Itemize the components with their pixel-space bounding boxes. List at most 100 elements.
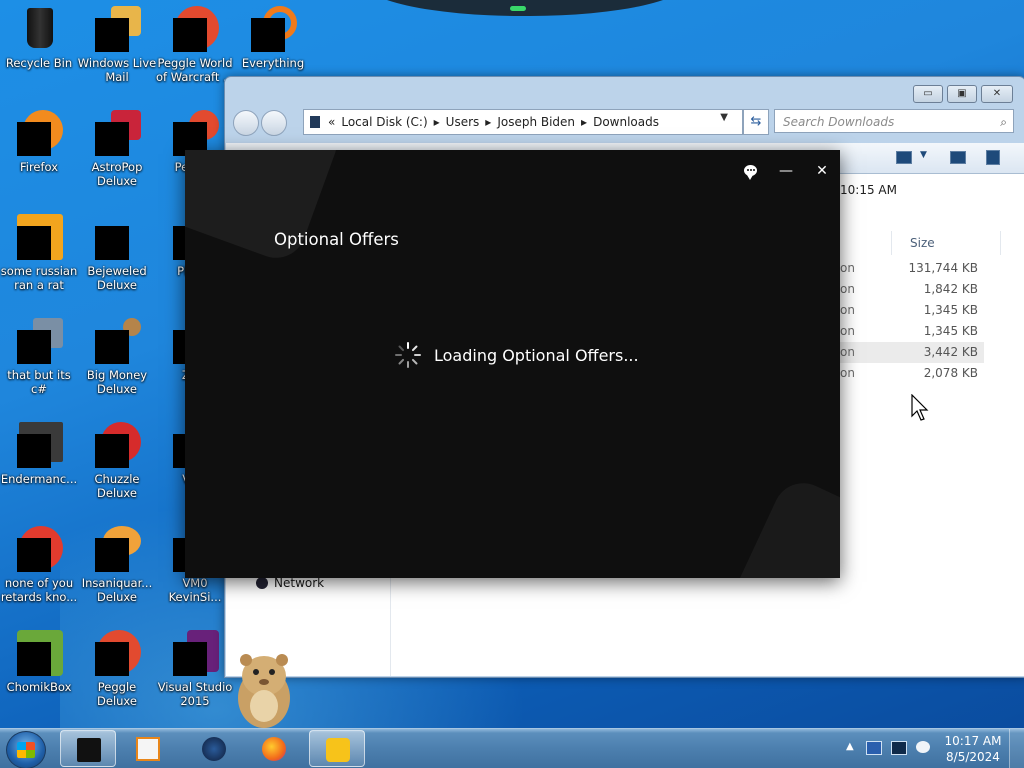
- nav-item-network[interactable]: Network: [256, 576, 324, 590]
- minimize-button[interactable]: ▭: [913, 85, 943, 103]
- desktop-icon-chomikbox[interactable]: ChomikBox: [0, 630, 79, 694]
- desktop-icon-astropop[interactable]: AstroPop Deluxe: [77, 110, 157, 188]
- forward-button[interactable]: [261, 110, 287, 136]
- desktop-icon-everything[interactable]: Everything: [233, 6, 313, 70]
- refresh-icon[interactable]: ⇆: [743, 109, 769, 135]
- file-size: 131,744 KB: [908, 261, 978, 275]
- search-icon[interactable]: ⌕: [1000, 110, 1007, 134]
- taskbar-button-media[interactable]: [120, 730, 176, 767]
- column-header-size[interactable]: Size: [891, 231, 1001, 255]
- desktop-icon-label: that but its c#: [7, 368, 71, 396]
- breadcrumb-separator[interactable]: ▸: [434, 115, 440, 129]
- desktop-icon-windows-live-mail[interactable]: Windows Live Mail: [77, 6, 157, 84]
- address-bar[interactable]: « Local Disk (C:) ▸ Users ▸ Joseph Biden…: [303, 109, 743, 135]
- globe-icon: [202, 737, 226, 761]
- desktop-icon-insaniquarium[interactable]: Insaniquar... Deluxe: [77, 526, 157, 604]
- file-row[interactable]: on 131,744 KB: [826, 258, 984, 279]
- nav-buttons: [233, 110, 287, 136]
- taskbar: ▲ 10:17 AM 8/5/2024: [0, 728, 1024, 768]
- desktop-icon-label: Peggle Deluxe: [97, 680, 137, 708]
- optional-offers-dialog[interactable]: — ✕ Optional Offers Loading Optional Off…: [185, 150, 840, 578]
- system-clock[interactable]: 10:17 AM 8/5/2024: [941, 733, 1005, 765]
- show-desktop-button[interactable]: [1009, 729, 1024, 768]
- breadcrumb-joseph-biden[interactable]: Joseph Biden: [497, 115, 575, 129]
- opera-icon: [15, 526, 63, 574]
- breadcrumb-downloads[interactable]: Downloads: [593, 115, 659, 129]
- mouse-cursor-icon: [911, 394, 929, 421]
- peggle-wow-icon: [171, 6, 219, 54]
- bejeweled-icon: [93, 214, 141, 262]
- breadcrumb-separator[interactable]: ▸: [581, 115, 587, 129]
- network-icon: [256, 577, 268, 589]
- insaniquarium-icon: [93, 526, 141, 574]
- search-input[interactable]: Search Downloads ⌕: [774, 109, 1014, 133]
- desktop-icon-recycle-bin[interactable]: Recycle Bin: [0, 6, 79, 70]
- address-overflow[interactable]: «: [328, 115, 335, 129]
- desktop-icon-peggle-wow[interactable]: Peggle World of Warcraft ...: [155, 6, 235, 84]
- chat-bubble-icon[interactable]: [739, 160, 761, 182]
- desktop-icon-label: Recycle Bin: [5, 56, 73, 70]
- taskbar-button-firefox[interactable]: [246, 730, 302, 767]
- desktop-icon-visual-studio[interactable]: Visual Studio 2015: [155, 630, 235, 708]
- desktop-icon-endermanc[interactable]: Endermanc...: [0, 422, 79, 486]
- desktop-icon-label: ChomikBox: [6, 680, 72, 694]
- tray-network-icon[interactable]: [916, 741, 930, 753]
- drive-icon: [310, 116, 320, 128]
- dialog-close-button[interactable]: ✕: [811, 160, 833, 182]
- chomikbox-icon: [15, 630, 63, 678]
- gadget-led: [510, 6, 526, 11]
- address-dropdown-icon[interactable]: ▼: [720, 112, 728, 123]
- desktop-icon-big-money[interactable]: Big Money Deluxe: [77, 318, 157, 396]
- close-button[interactable]: ✕: [981, 85, 1013, 103]
- folder-stack-icon: [15, 318, 63, 366]
- desktop-icon-none-of-you[interactable]: none of you retards kno...: [0, 526, 79, 604]
- desktop-icon-label: none of you retards kno...: [0, 576, 78, 604]
- taskbar-button-installer[interactable]: [309, 730, 365, 767]
- loading-text: Loading Optional Offers...: [434, 346, 639, 365]
- desktop-icon-label: Visual Studio 2015: [157, 680, 233, 708]
- file-row[interactable]: on 2,078 KB: [826, 363, 984, 384]
- taskbar-button-explorer[interactable]: [60, 730, 116, 767]
- file-type: on: [840, 324, 855, 338]
- file-icon: [15, 214, 63, 262]
- desktop-icon-label: Big Money Deluxe: [86, 368, 148, 396]
- windows-live-mail-icon: [93, 6, 141, 54]
- back-button[interactable]: [233, 110, 259, 136]
- tray-display-icon[interactable]: [891, 741, 907, 755]
- top-gadget: [360, 0, 690, 16]
- start-button[interactable]: [6, 731, 46, 768]
- tray-app-icon[interactable]: [866, 741, 882, 755]
- preview-pane-icon[interactable]: [950, 151, 966, 164]
- file-type: on: [840, 366, 855, 380]
- desktop-icon-label: Peggle World of Warcraft ...: [156, 56, 234, 84]
- file-row[interactable]: on 1,842 KB: [826, 279, 984, 300]
- hamster-desktop-pet[interactable]: [228, 646, 294, 728]
- view-options-icon[interactable]: [896, 151, 912, 164]
- recycle-bin-icon: [15, 6, 63, 54]
- file-row[interactable]: on 1,345 KB: [826, 321, 984, 342]
- file-row[interactable]: on 1,345 KB: [826, 300, 984, 321]
- help-icon[interactable]: [986, 150, 1000, 165]
- tray-overflow-arrow[interactable]: ▲: [846, 741, 854, 752]
- windows-logo-icon: [17, 742, 35, 758]
- file-size: 2,078 KB: [923, 366, 978, 380]
- desktop-icon-chuzzle[interactable]: Chuzzle Deluxe: [77, 422, 157, 500]
- desktop-icon-peggle-deluxe[interactable]: Peggle Deluxe: [77, 630, 157, 708]
- peggle-deluxe-icon: [93, 630, 141, 678]
- window-controls: ▭ ▣ ✕: [913, 85, 1013, 103]
- dialog-minimize-button[interactable]: —: [775, 160, 797, 182]
- file-type: on: [840, 282, 855, 296]
- file-type: on: [840, 345, 855, 359]
- taskbar-button-browser[interactable]: [186, 730, 242, 767]
- breadcrumb-separator[interactable]: ▸: [485, 115, 491, 129]
- view-dropdown-icon[interactable]: ▼: [920, 150, 927, 160]
- breadcrumb-users[interactable]: Users: [446, 115, 480, 129]
- file-row-selected[interactable]: on 3,442 KB: [826, 342, 984, 363]
- desktop-icon-bejeweled[interactable]: Bejeweled Deluxe: [77, 214, 157, 292]
- desktop-icon-firefox[interactable]: Firefox: [0, 110, 79, 174]
- desktop-icon-that-but-csharp[interactable]: that but its c#: [0, 318, 79, 396]
- maximize-button[interactable]: ▣: [947, 85, 977, 103]
- desktop-icon-some-russian[interactable]: some russian ran a rat: [0, 214, 79, 292]
- breadcrumb-local-disk[interactable]: Local Disk (C:): [341, 115, 427, 129]
- file-size: 1,345 KB: [923, 303, 978, 317]
